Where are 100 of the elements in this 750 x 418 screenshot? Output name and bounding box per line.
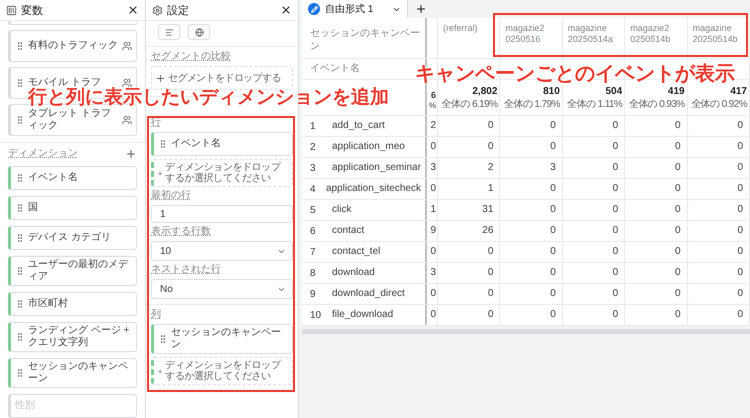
- globe-button[interactable]: [188, 24, 210, 40]
- event-name: application_sitecheck: [326, 182, 421, 196]
- table-cell: 0: [612, 204, 618, 216]
- event-name: contact: [332, 224, 364, 238]
- table-cell: 0: [550, 120, 556, 132]
- dimension-card[interactable]: 市区町村: [8, 292, 137, 316]
- campaign-header: (referral): [443, 23, 478, 34]
- total-value: 810: [543, 86, 560, 98]
- total-value: 2,802: [472, 86, 498, 98]
- table-cell: 0: [737, 182, 743, 196]
- close-icon[interactable]: [280, 4, 292, 16]
- report-tab[interactable]: 自由形式 1: [302, 0, 407, 18]
- table-cell: 0: [612, 140, 618, 154]
- section-label: 列: [151, 309, 161, 321]
- plus-icon: [155, 72, 166, 84]
- dimension-card[interactable]: ユーザーの最初のメディア: [8, 256, 137, 286]
- table-cell: 0: [675, 246, 681, 258]
- drag-handle-icon[interactable]: [15, 41, 25, 51]
- table-cell: 0: [612, 182, 618, 196]
- dimension-card[interactable]: ランディング ページ + クエリ文字列: [8, 322, 137, 352]
- drag-handle-icon[interactable]: [158, 139, 168, 149]
- segment-card[interactable]: 有料のトラフィック: [8, 30, 137, 62]
- table-cell: 1: [430, 204, 436, 216]
- table-cell: 0: [737, 266, 743, 280]
- table-cell: 0: [430, 288, 436, 300]
- add-icon[interactable]: [125, 148, 137, 160]
- table-cell: 3: [430, 162, 436, 174]
- column-dimension-label: セッションのキャンペーン: [310, 28, 421, 53]
- table-cell: 0: [675, 224, 681, 238]
- table-cell: 6: [430, 90, 436, 101]
- table-cell: 0: [488, 140, 494, 154]
- dimension-card[interactable]: イベント名: [151, 132, 293, 156]
- table-cell: 0: [612, 266, 618, 280]
- table-cell: 26: [482, 224, 494, 238]
- table-cell: 0: [737, 308, 743, 322]
- total-share: 全体の 1.11%: [567, 98, 622, 111]
- table-cell: 2: [488, 162, 494, 174]
- drag-handle-icon[interactable]: [15, 299, 25, 309]
- users-icon: [122, 41, 132, 51]
- panel-title: 変数: [21, 4, 44, 18]
- table-cell: 0: [612, 288, 618, 300]
- table-cell: 0: [612, 224, 618, 238]
- dimension-drop-zone[interactable]: ディメンションをドロップするか選択してください: [151, 357, 293, 385]
- drag-handle-icon[interactable]: [15, 78, 25, 88]
- table-cell: 0: [612, 120, 618, 132]
- campaign-header: magazie2 0250514b: [630, 23, 670, 46]
- campaign-header: magazie2 0250516: [505, 23, 544, 46]
- annotation-text: キャンペーンごとのイベントが表示: [415, 63, 735, 85]
- table-cell: 3: [430, 266, 436, 280]
- table-cell: 0: [550, 288, 556, 300]
- table-cell: 0: [430, 308, 436, 322]
- total-value: 504: [606, 86, 622, 98]
- close-icon[interactable]: [127, 4, 139, 16]
- total-value: 419: [668, 86, 685, 98]
- table-cell: 0: [737, 204, 743, 216]
- dimension-card[interactable]: イベント名: [8, 166, 137, 190]
- sort-button[interactable]: [158, 24, 180, 40]
- dimension-card[interactable]: デバイス カテゴリ: [8, 226, 137, 250]
- section-label: 行: [151, 117, 161, 129]
- table-cell: 0: [737, 288, 743, 300]
- table-cell: 0: [550, 308, 556, 322]
- dimension-card[interactable]: セッションのキャンペーン: [8, 358, 137, 388]
- drag-handle-icon[interactable]: [15, 233, 25, 243]
- dimension-card[interactable]: セッションのキャンペーン: [151, 324, 293, 354]
- row-number: 8: [310, 268, 317, 278]
- table-cell: 3: [550, 162, 556, 174]
- table-cell: 0: [488, 120, 494, 132]
- library-icon: [6, 4, 17, 16]
- dimension-drop-zone[interactable]: ディメンションをドロップするか選択してください: [151, 159, 293, 187]
- field-label: ネストされた行: [151, 264, 221, 276]
- drag-handle-icon[interactable]: [15, 173, 25, 183]
- drag-handle-icon[interactable]: [158, 334, 168, 344]
- event-name: file_download: [332, 308, 394, 322]
- table-cell: 0: [550, 246, 556, 258]
- drag-handle-icon[interactable]: [15, 332, 25, 342]
- row-dimension-label: イベント名: [310, 62, 360, 76]
- table-cell: 0: [675, 204, 681, 216]
- drag-handle-icon[interactable]: [15, 368, 25, 378]
- table-cell: 31: [482, 204, 494, 216]
- segment-drop-zone[interactable]: セグメントをドロップする: [151, 66, 293, 90]
- nested-rows-select[interactable]: No: [151, 279, 293, 299]
- drag-handle-icon[interactable]: [15, 203, 25, 213]
- table-cell: 0: [737, 162, 743, 174]
- total-share: 全体の 0.93%: [628, 98, 685, 111]
- event-name: download_direct: [332, 288, 405, 300]
- row-count-select[interactable]: 10: [151, 241, 293, 261]
- table-cell: 0: [430, 246, 436, 258]
- dimension-card[interactable]: 国: [8, 196, 137, 220]
- row-number: 4: [310, 184, 317, 194]
- drag-handle-icon[interactable]: [15, 115, 25, 125]
- section-label: ディメンション: [8, 148, 78, 160]
- table-cell: %: [428, 101, 436, 111]
- globe-icon: [194, 28, 204, 36]
- table-cell: 0: [430, 140, 436, 154]
- sort-icon: [164, 28, 174, 36]
- row-number: 3: [310, 162, 317, 174]
- table-cell: 0: [737, 120, 743, 132]
- first-row-field[interactable]: 1: [151, 205, 293, 223]
- total-value: 417: [730, 86, 747, 98]
- drag-handle-icon[interactable]: [15, 266, 25, 276]
